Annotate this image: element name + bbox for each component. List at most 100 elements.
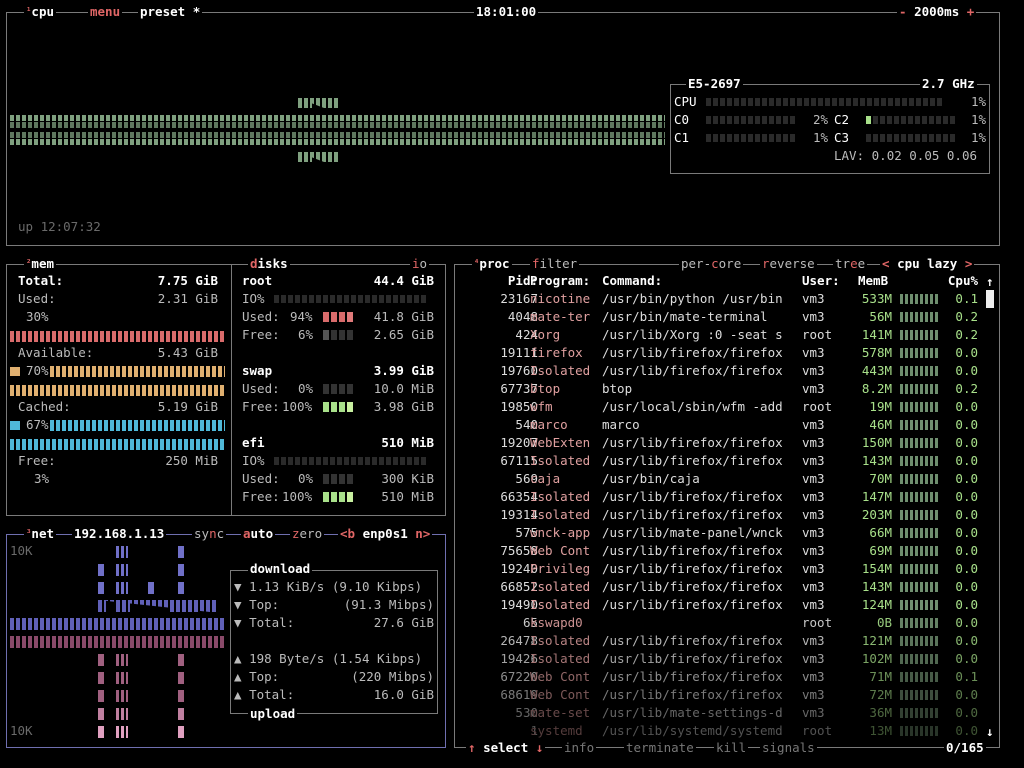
cell-pid: 19314 <box>500 507 538 522</box>
mem-mini-bar <box>900 438 938 448</box>
sort-prev-button[interactable]: < <box>882 256 890 271</box>
cell-mem: 46M <box>869 417 892 432</box>
cell-command: /usr/bin/python /usr/bin <box>602 291 783 306</box>
proc-tree[interactable]: tree <box>833 257 868 271</box>
proc-reverse[interactable]: reverse <box>760 257 817 271</box>
menu-tab[interactable]: menu <box>88 5 123 19</box>
cell-pid: 67115 <box>500 453 538 468</box>
table-row[interactable]: 569 caja/usr/bin/caja vm3 70M 0.0 <box>456 470 996 488</box>
table-row[interactable]: 67220 Web Cont/usr/lib/firefox/firefox vm3… <box>456 668 996 686</box>
net-title[interactable]: ³net <box>24 527 56 541</box>
net-sync-toggle[interactable]: sync <box>192 527 227 541</box>
preset-tab[interactable]: preset * <box>138 5 203 19</box>
disk-efi-free-label: Free: <box>242 489 280 504</box>
table-row[interactable]: 424 Xorg/usr/lib/Xorg :0 -seat s root 141M 0… <box>456 326 996 344</box>
proc-select-control[interactable]: ↑ select ↓ <box>466 741 546 755</box>
cell-command: /usr/lib/firefox/firefox <box>602 669 783 684</box>
table-row[interactable]: 4048 mate-ter/usr/bin/mate-terminal vm3 56M… <box>456 308 996 326</box>
interval-control[interactable]: - 2000ms + <box>897 4 977 19</box>
table-row[interactable]: 19314 Isolated/usr/lib/firefox/firefox vm3… <box>456 506 996 524</box>
cell-mem: 19M <box>869 399 892 414</box>
net-zero-toggle[interactable]: zero <box>290 527 325 541</box>
col-command-header[interactable]: Command: <box>602 272 662 290</box>
cell-pid: 569 <box>515 471 538 486</box>
cell-cpu: 0.0 <box>955 651 978 666</box>
table-row[interactable]: 26478 Isolated/usr/lib/firefox/firefox vm3… <box>456 632 996 650</box>
disk-efi-free-value: 510 MiB <box>381 489 434 504</box>
net-next-iface[interactable]: n> <box>415 526 430 541</box>
proc-filter[interactable]: filter <box>530 257 580 271</box>
cell-program: firefox <box>530 345 583 360</box>
mem-mini-bar <box>900 510 938 520</box>
mem-title[interactable]: ²mem <box>24 257 56 271</box>
disk-root-name: root <box>242 273 273 288</box>
table-row[interactable]: 67737 btop btop vm3 8.2M 0.2 <box>456 380 996 398</box>
proc-kill-button[interactable]: kill <box>714 741 749 755</box>
cell-cpu: 0.2 <box>955 381 978 396</box>
cpu-tab[interactable]: ¹cpu <box>24 5 56 19</box>
disk-efi-used-pct: 0% <box>298 471 314 486</box>
col-pid-header[interactable]: Pid: <box>456 272 538 290</box>
table-row[interactable]: 23167 nicotine/usr/bin/python /usr/bin vm3… <box>456 290 996 308</box>
net-scale-top: 10K <box>10 543 33 558</box>
disks-title[interactable]: disks <box>248 257 290 271</box>
table-row[interactable]: 19850 wfm/usr/local/sbin/wfm -add root 19M 0… <box>456 398 996 416</box>
cell-pid: 19850 <box>500 399 538 414</box>
table-row[interactable]: 530 mate-set/usr/lib/mate-settings-d vm3 36… <box>456 704 996 722</box>
col-user-header[interactable]: User: <box>802 272 840 290</box>
table-row[interactable]: 19240 Privileg/usr/lib/firefox/firefox vm3… <box>456 560 996 578</box>
core-c3-pct: 1% <box>970 130 986 145</box>
up-top-row: ▲ Top: <box>234 669 280 684</box>
sort-next-button[interactable]: > <box>965 256 973 271</box>
disk-efi-free-pct: 100% <box>282 489 313 504</box>
col-program-header[interactable]: Program: <box>530 272 590 290</box>
table-row[interactable]: 19207 WebExten/usr/lib/firefox/firefox vm3… <box>456 434 996 452</box>
cell-cpu: 0.0 <box>955 579 978 594</box>
proc-sort-selector[interactable]: < cpu lazy > <box>880 256 975 271</box>
table-row[interactable]: 19490 Isolated/usr/lib/firefox/firefox vm3… <box>456 596 996 614</box>
interval-increase[interactable]: + <box>967 4 975 19</box>
mem-mini-bar <box>900 600 938 610</box>
proc-terminate-button[interactable]: terminate <box>624 741 696 755</box>
io-toggle[interactable]: io <box>410 257 430 271</box>
col-mem-header[interactable]: MemB <box>858 272 888 290</box>
cell-mem: 143M <box>861 453 892 468</box>
mem-mini-bar <box>900 384 938 394</box>
table-row[interactable]: 66354 Isolated/usr/lib/firefox/firefox vm3… <box>456 488 996 506</box>
scroll-up-arrow-icon[interactable]: ↑ <box>986 273 994 291</box>
core-c2-label: C2 <box>834 112 850 127</box>
mem-avail-label: Available: <box>18 345 94 360</box>
table-row[interactable]: 575 wnck-app/usr/lib/mate-panel/wnck vm3 66… <box>456 524 996 542</box>
net-auto-toggle[interactable]: auto <box>241 527 276 541</box>
cell-program: marco <box>530 417 568 432</box>
net-prev-iface[interactable]: <b <box>340 526 355 541</box>
table-row[interactable]: 66852 Isolated/usr/lib/firefox/firefox vm3… <box>456 578 996 596</box>
cpu-total-label: CPU <box>674 94 697 109</box>
table-row[interactable]: 19760 Isolated/usr/lib/firefox/firefox vm3… <box>456 362 996 380</box>
cell-pid: 67737 <box>500 381 538 396</box>
table-row[interactable]: 19426 Isolated/usr/lib/firefox/firefox vm3… <box>456 650 996 668</box>
cell-mem: 150M <box>861 435 892 450</box>
mem-avail-graph-2 <box>50 366 225 377</box>
proc-signals-button[interactable]: signals <box>760 741 817 755</box>
cell-cpu: 0.0 <box>955 723 978 738</box>
net-iface-selector[interactable]: <b enp0s1 n> <box>338 526 433 541</box>
disk-root-used-pct: 94% <box>290 309 313 324</box>
proc-per-core[interactable]: per-core <box>679 257 744 271</box>
cell-cpu: 0.1 <box>955 669 978 684</box>
table-row[interactable]: 1 systemd/usr/lib/systemd/systemd root 13M 0… <box>456 722 996 740</box>
table-row[interactable]: 68619 Web Cont/usr/lib/firefox/firefox vm3… <box>456 686 996 704</box>
cell-command: /usr/local/sbin/wfm -add <box>602 399 783 414</box>
cell-command: /usr/lib/firefox/firefox <box>602 651 783 666</box>
table-row[interactable]: 75658 Web Cont/usr/lib/firefox/firefox vm3… <box>456 542 996 560</box>
cell-command: /usr/lib/firefox/firefox <box>602 345 783 360</box>
proc-title[interactable]: ⁴proc <box>472 257 512 271</box>
table-row[interactable]: 65 kswapd0 root 0B 0.0 <box>456 614 996 632</box>
proc-info-button[interactable]: info <box>562 741 597 755</box>
interval-decrease[interactable]: - <box>899 4 907 19</box>
table-row[interactable]: 67115 Isolated/usr/lib/firefox/firefox vm3… <box>456 452 996 470</box>
col-cpu-header[interactable]: Cpu% <box>926 272 978 290</box>
table-row[interactable]: 19111 firefox/usr/lib/firefox/firefox vm3 5… <box>456 344 996 362</box>
core-c1-bar <box>706 133 802 143</box>
table-row[interactable]: 540 marco marco vm3 46M 0.0 <box>456 416 996 434</box>
